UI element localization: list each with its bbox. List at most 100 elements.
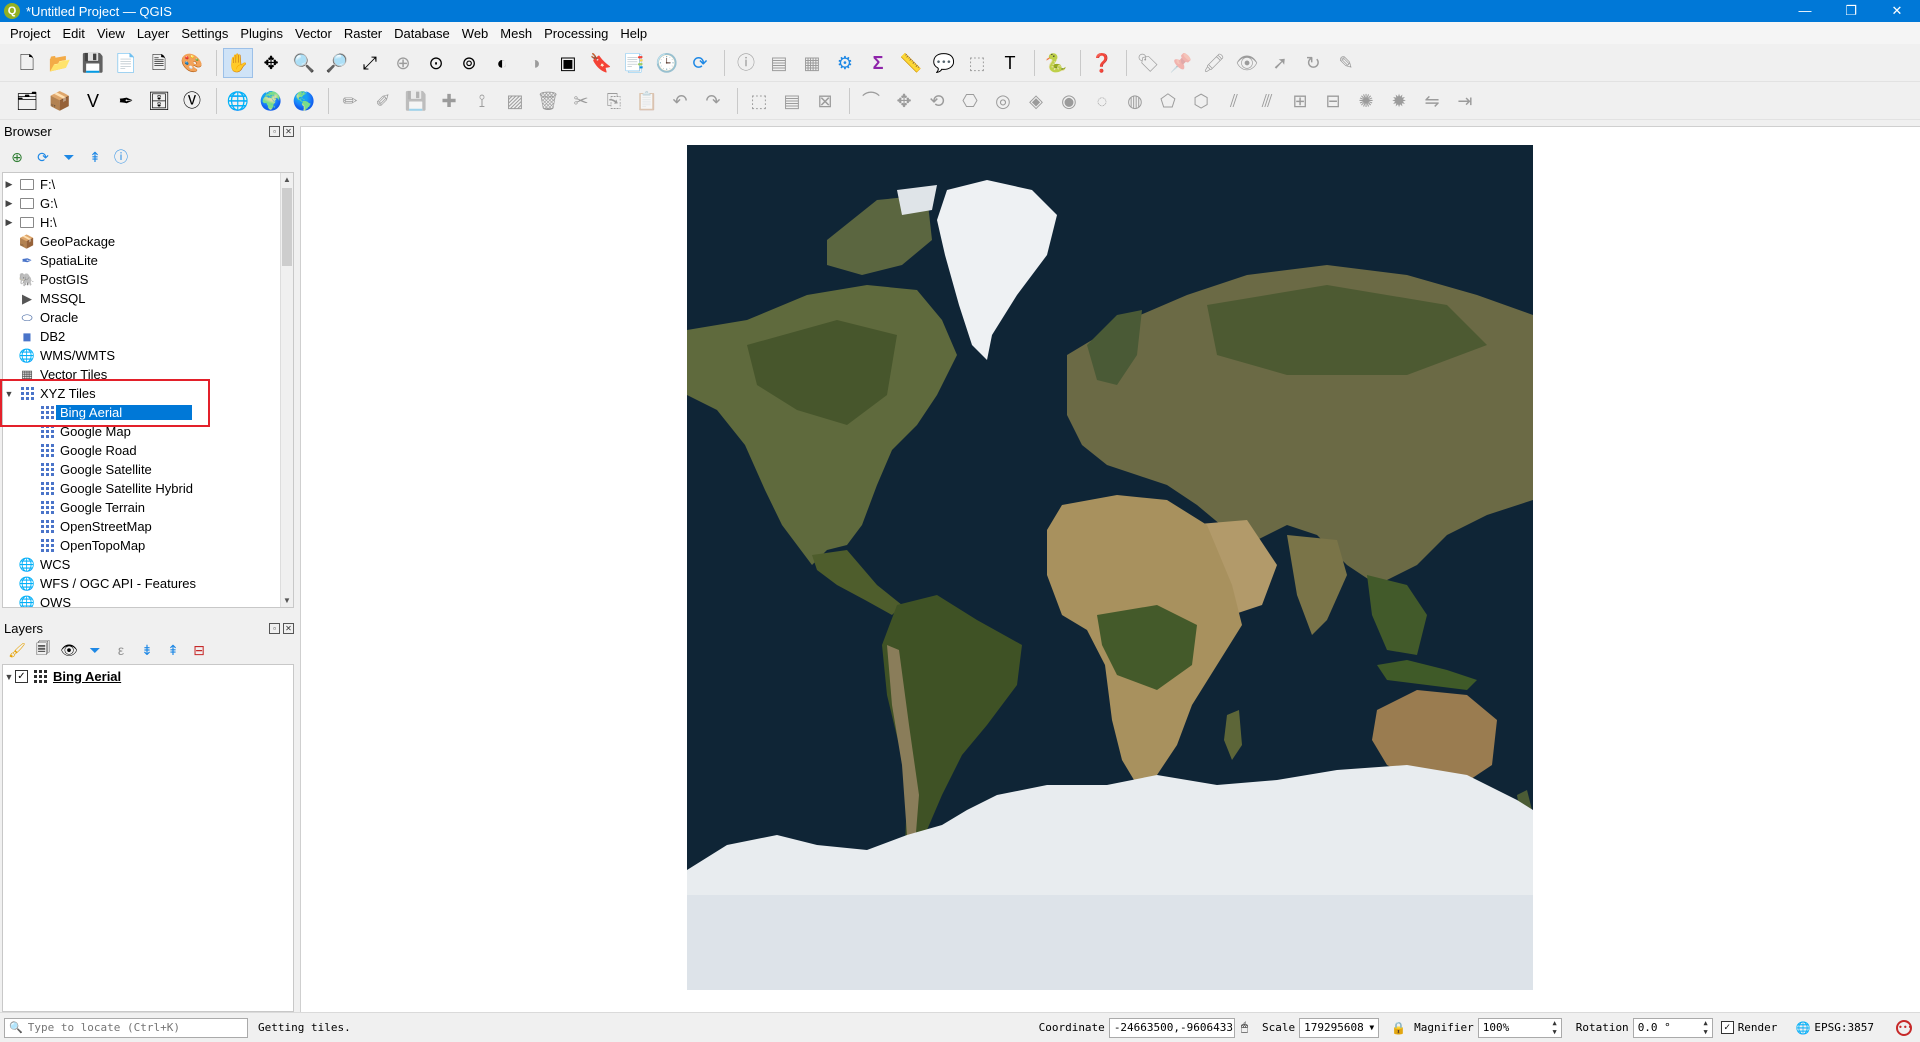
browser-item-vector-tiles[interactable]: ▦ Vector Tiles [3,365,281,384]
show-hide-labels-icon[interactable]: 👁 [1232,48,1262,78]
browser-item-oracle[interactable]: ⬭ Oracle [3,308,281,327]
browser-item-google-map[interactable]: Google Map [3,422,281,441]
split-features-icon[interactable]: ⫽ [1219,86,1249,116]
close-panel-icon[interactable]: ✕ [283,622,294,634]
browser-item-opentopomap[interactable]: OpenTopoMap [3,536,281,555]
open-attribute-table-icon[interactable]: ▤ [764,48,794,78]
zoom-to-selection-icon[interactable]: ⊕ [388,48,418,78]
messages-icon[interactable]: ••• [1896,1019,1912,1036]
menu-layer[interactable]: Layer [131,26,176,41]
new-virtual-layer-icon[interactable]: Ⓥ [177,86,207,116]
collapse-all-icon[interactable]: ⇞ [162,639,184,661]
browser-item-google-terrain[interactable]: Google Terrain [3,498,281,517]
add-ring-icon[interactable]: ◎ [988,86,1018,116]
vertex-tool-icon[interactable]: ⟟ [467,86,497,116]
world-map-bing-aerial[interactable] [687,145,1533,990]
delete-part-icon[interactable]: ◍ [1120,86,1150,116]
scroll-up-icon[interactable]: ▲ [281,173,293,186]
browser-item-ows[interactable]: 🌐 OWS [3,593,281,608]
new-print-layout-icon[interactable]: 📄 [111,48,141,78]
add-selected-layers-icon[interactable]: ⊕ [6,146,28,168]
browser-item-wcs[interactable]: 🌐 WCS [3,555,281,574]
paste-features-icon[interactable]: 📋 [632,86,662,116]
float-panel-icon[interactable]: ▫ [269,125,280,137]
field-calculator-icon[interactable]: ▦ [797,48,827,78]
expand-arrow-icon[interactable]: ▶ [3,198,15,209]
menu-plugins[interactable]: Plugins [234,26,289,41]
simplify-feature-icon[interactable]: ⎔ [955,86,985,116]
scale-combobox[interactable]: 179295608 ▼ [1299,1017,1380,1038]
merge-attributes-icon[interactable]: ⊟ [1318,86,1348,116]
modify-attributes-icon[interactable]: ▨ [500,86,530,116]
scroll-down-icon[interactable]: ▼ [281,594,293,607]
locator-input[interactable] [27,1021,238,1034]
magnifier-spinbox[interactable]: 100% ▲ ▼ [1477,1017,1562,1038]
new-spatialite-layer-icon[interactable]: ✒ [111,86,141,116]
label-toolbar-icon[interactable]: 🏷 [1133,48,1163,78]
split-parts-icon[interactable]: ⫻ [1252,86,1282,116]
filter-legend-icon[interactable]: ⏷ [84,639,106,661]
menu-help[interactable]: Help [614,26,653,41]
add-part-icon[interactable]: ◈ [1021,86,1051,116]
highlight-pinned-icon[interactable]: 🖍 [1199,48,1229,78]
maximize-button[interactable]: ❐ [1828,0,1874,22]
menu-view[interactable]: View [91,26,131,41]
rotate-label-icon[interactable]: ↻ [1298,48,1328,78]
move-label-icon[interactable]: ➚ [1265,48,1295,78]
processing-toolbox-icon[interactable]: ⚙ [830,48,860,78]
open-project-icon[interactable]: 📂 [45,48,75,78]
map-tips-icon[interactable]: 💬 [929,48,959,78]
properties-icon[interactable]: ⓘ [110,146,132,168]
menu-web[interactable]: Web [456,26,495,41]
text-annotation-icon[interactable]: T [995,48,1025,78]
browser-item-spatialite[interactable]: ✒ SpatiaLite [3,251,281,270]
add-feature-icon[interactable]: ✚ [434,86,464,116]
pan-to-selection-icon[interactable]: ✥ [256,48,286,78]
rotate-feature-icon[interactable]: ⟲ [922,86,952,116]
delete-ring-icon[interactable]: ◌ [1087,86,1117,116]
render-checkbox[interactable]: ✓ [1720,1021,1734,1034]
filter-browser-icon[interactable]: ⏷ [58,146,80,168]
pan-map-icon[interactable]: ✋ [223,47,253,78]
expand-all-icon[interactable]: ⇟ [136,639,158,661]
trim-extend-icon[interactable]: ⇥ [1450,86,1480,116]
browser-item-wms-wmts[interactable]: 🌐 WMS/WMTS [3,346,281,365]
toggle-extents-icon[interactable]: 🖱 [1241,1020,1248,1035]
layout-manager-icon[interactable]: 🗎 [144,48,174,78]
measure-line-icon[interactable]: 📏 [896,48,926,78]
delete-selected-icon[interactable]: 🗑 [533,86,563,116]
collapse-arrow-icon[interactable]: ▼ [3,672,15,682]
copy-features-icon[interactable]: ⎘ [599,86,629,116]
remove-layer-icon[interactable]: ⊟ [188,639,210,661]
close-button[interactable]: ✕ [1874,0,1920,22]
toggle-editing-icon[interactable]: ✐ [368,86,398,116]
browser-item-openstreetmap[interactable]: OpenStreetMap [3,517,281,536]
crs-label[interactable]: EPSG:3857 [1814,1021,1874,1034]
browser-item-postgis[interactable]: 🐘 PostGIS [3,270,281,289]
digitize-curve-icon[interactable]: ⌒ [856,86,886,116]
menu-project[interactable]: Project [4,26,56,41]
fill-ring-icon[interactable]: ◉ [1054,86,1084,116]
spin-arrows-icon[interactable]: ▲ ▼ [1703,1019,1707,1037]
minimize-button[interactable]: — [1782,0,1828,22]
open-layer-styling-icon[interactable]: 🖌 [6,639,28,661]
menu-processing[interactable]: Processing [538,26,614,41]
zoom-native-icon[interactable]: ⊚ [454,48,484,78]
browser-item-mssql[interactable]: ▶ MSSQL [3,289,281,308]
deselect-all-icon[interactable]: ⊠ [810,86,840,116]
help-icon[interactable]: ❓ [1087,48,1117,78]
menu-raster[interactable]: Raster [338,26,388,41]
statistics-icon[interactable]: Σ [863,48,893,78]
rotation-spinbox[interactable]: 0.0 ° ▲ ▼ [1632,1017,1713,1038]
chevron-down-icon[interactable]: ▼ [1369,1023,1374,1032]
browser-item-g-drive[interactable]: ▶ G:\ [3,194,281,213]
browser-item-google-satellite-hybrid[interactable]: Google Satellite Hybrid [3,479,281,498]
menu-mesh[interactable]: Mesh [494,26,538,41]
new-temporary-layer-icon[interactable]: 🗄 [144,86,174,116]
add-wcs-layer-icon[interactable]: 🌍 [256,86,286,116]
select-features-icon[interactable]: ⬚ [962,48,992,78]
refresh-icon[interactable]: ⟳ [685,48,715,78]
new-bookmark-icon[interactable]: 🔖 [586,48,616,78]
merge-features-icon[interactable]: ⊞ [1285,86,1315,116]
filter-by-expression-icon[interactable]: ε [110,639,132,661]
